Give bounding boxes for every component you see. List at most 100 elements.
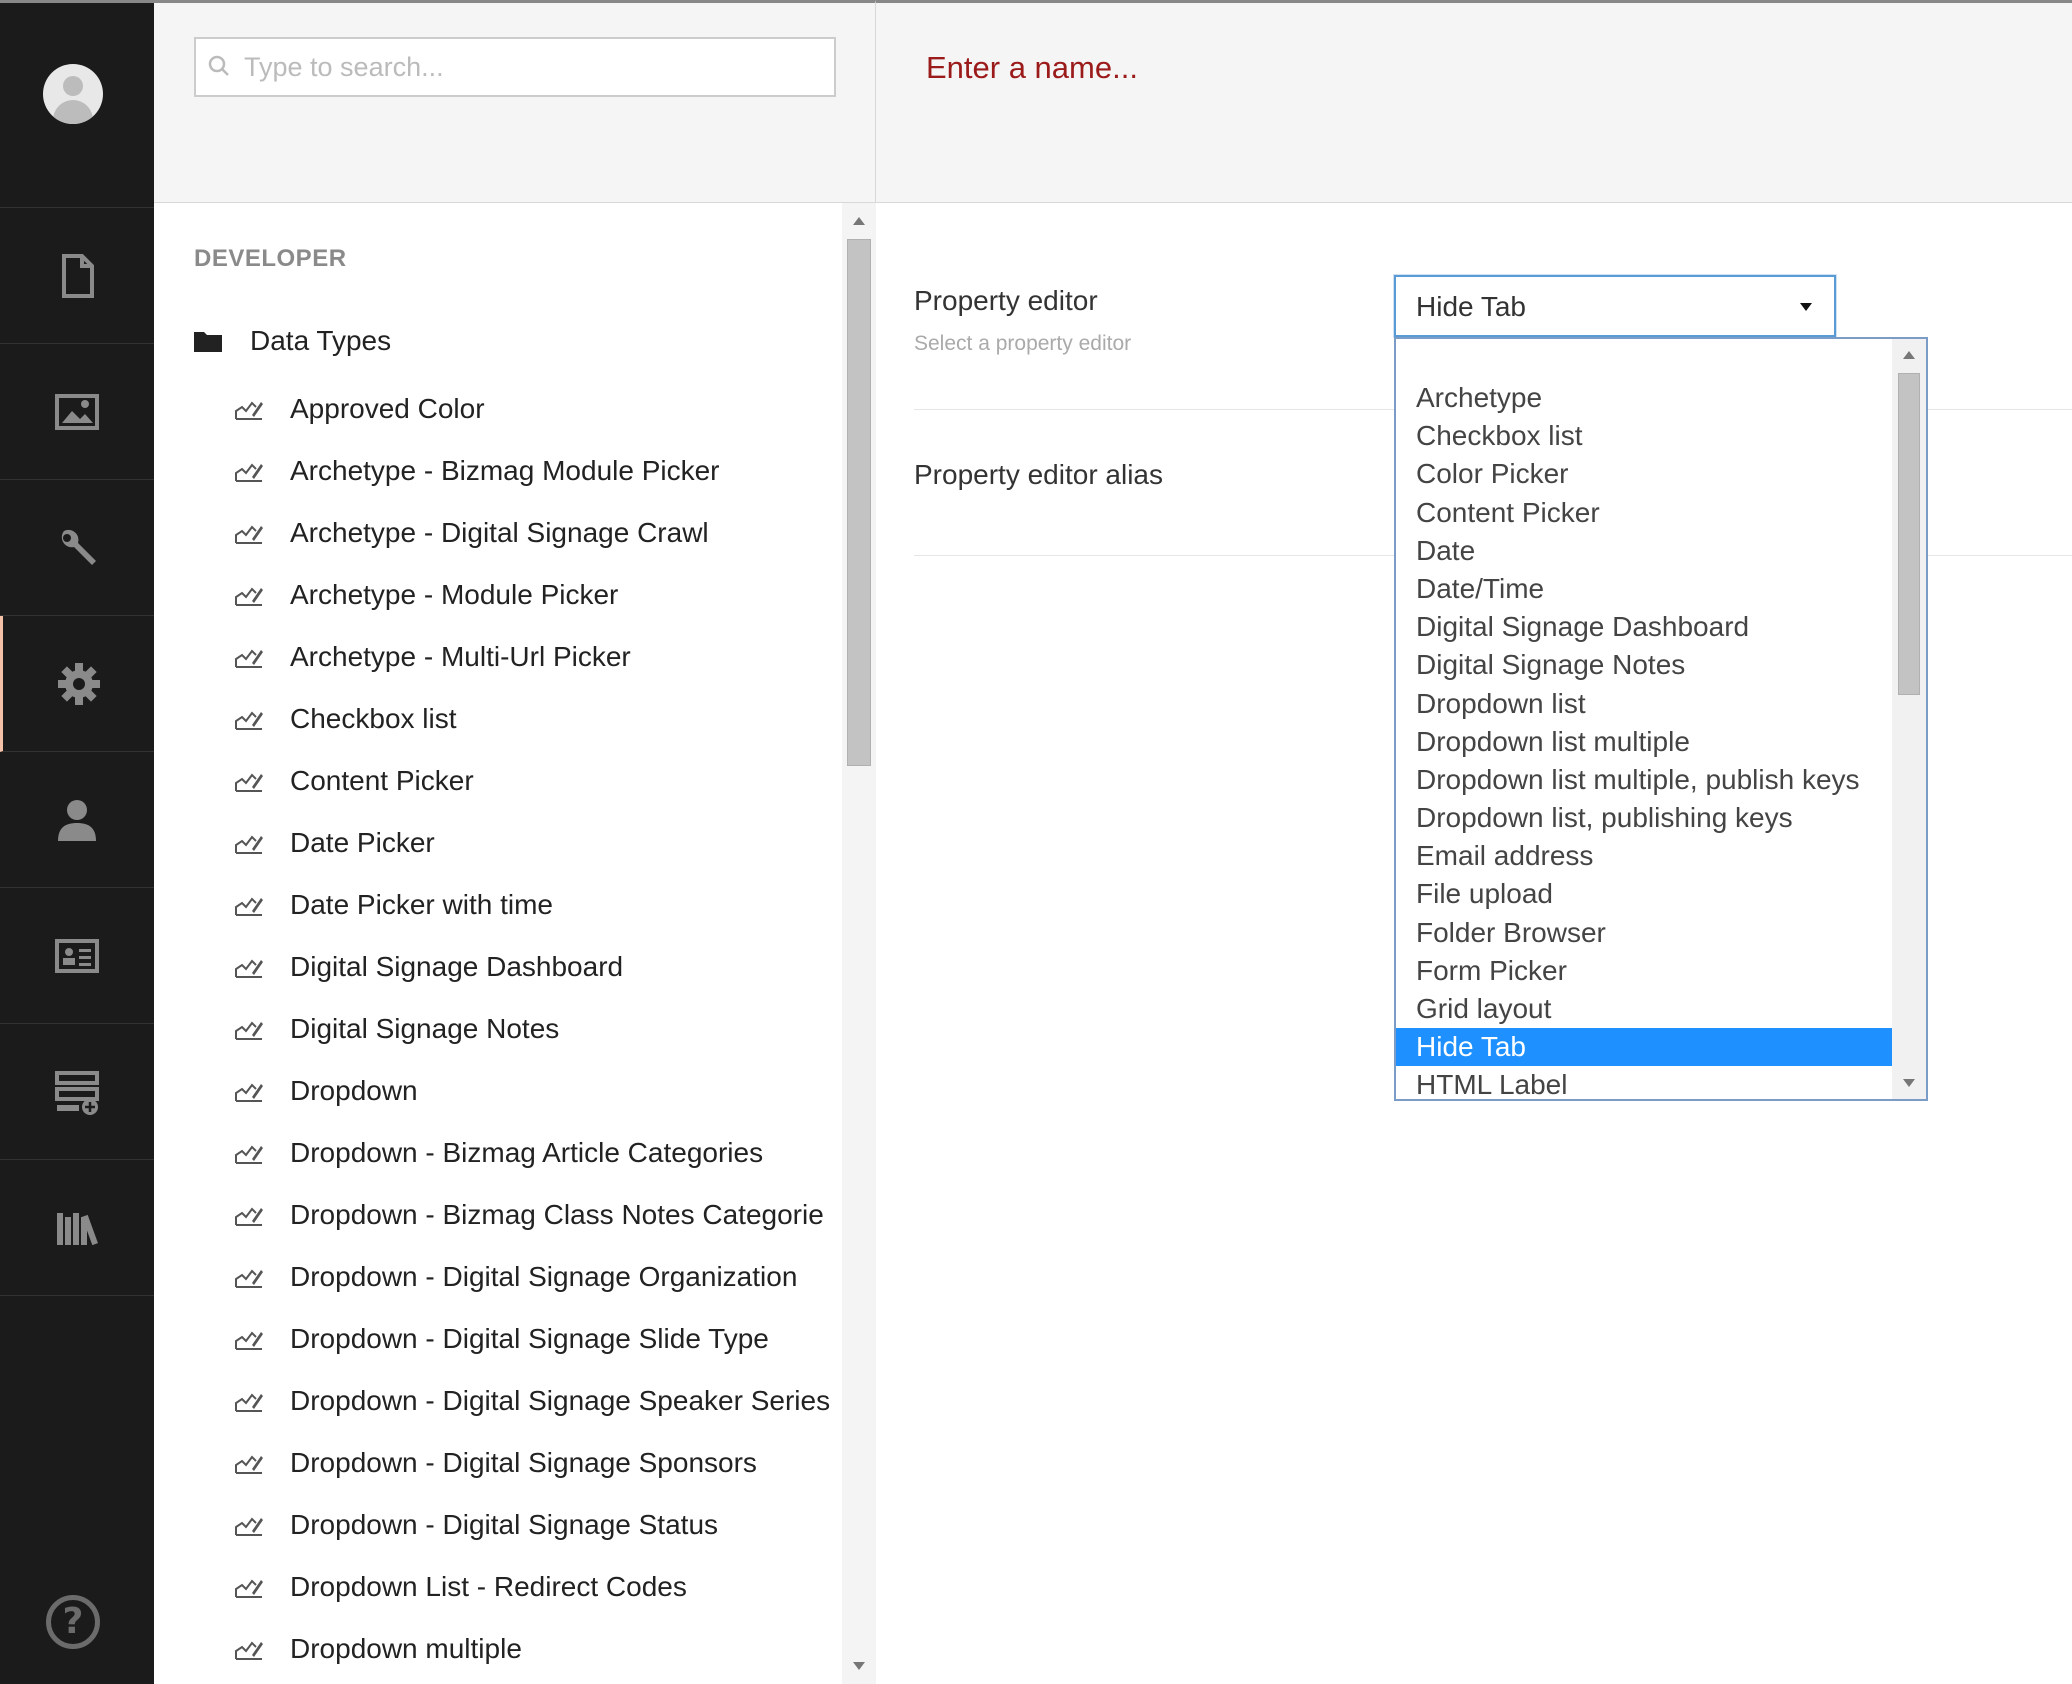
nav-members[interactable] <box>0 888 154 1024</box>
tree-item[interactable]: Archetype - Digital Signage Crawl <box>234 502 830 564</box>
user-avatar[interactable] <box>43 64 103 124</box>
tree-item-label: Digital Signage Dashboard <box>290 951 624 982</box>
dropdown-option[interactable]: Date/Time <box>1396 570 1892 608</box>
dropdown-option[interactable]: Digital Signage Dashboard <box>1396 608 1892 646</box>
dropdown-option[interactable]: Archetype <box>1396 379 1892 417</box>
dropdown-option[interactable]: Color Picker <box>1396 455 1892 493</box>
developer-tree: DEVELOPER Data Types Approved Color Arche… <box>154 203 876 1684</box>
folder-icon <box>194 332 222 352</box>
scroll-down-arrow-icon[interactable] <box>853 1662 865 1670</box>
tree-item[interactable]: Digital Signage Dashboard <box>234 936 830 998</box>
dropdown-option[interactable]: Dropdown list <box>1396 685 1892 723</box>
data-type-icon <box>235 525 263 544</box>
tree-item[interactable]: Content Picker <box>234 750 830 812</box>
dropdown-option[interactable]: Checkbox list <box>1396 417 1892 455</box>
dropdown-option[interactable]: Folder Browser <box>1396 914 1892 952</box>
data-type-icon <box>235 1145 263 1164</box>
tree-item[interactable]: Dropdown multiple <box>234 1618 830 1680</box>
nav-developer[interactable] <box>0 616 154 752</box>
nav-forms[interactable] <box>0 1024 154 1160</box>
search-box[interactable] <box>194 37 836 97</box>
tree-root-data-types[interactable]: Data Types <box>194 321 391 361</box>
tree-item[interactable]: Dropdown - Digital Signage Speaker Serie… <box>234 1370 830 1432</box>
name-input[interactable] <box>926 43 1826 93</box>
tree-scrollbar[interactable] <box>842 203 876 1684</box>
scroll-thumb[interactable] <box>1898 373 1920 695</box>
data-type-icon <box>235 835 263 854</box>
tree-item[interactable]: Digital Signage Notes <box>234 998 830 1060</box>
app-navigation: ? <box>0 0 154 1684</box>
dropdown-option[interactable]: Grid layout <box>1396 990 1892 1028</box>
tree-item[interactable]: Dropdown List - Redirect Codes <box>234 1556 830 1618</box>
tree-item-label: Dropdown List - Redirect Codes <box>290 1571 687 1602</box>
dropdown-option[interactable]: HTML Label <box>1396 1066 1892 1099</box>
scroll-up-arrow-icon[interactable] <box>1903 351 1915 359</box>
tree-item[interactable]: Checkbox list <box>234 688 830 750</box>
scroll-thumb[interactable] <box>847 239 871 766</box>
data-type-icon <box>235 1579 263 1598</box>
search-icon <box>208 55 229 76</box>
nav-settings[interactable] <box>0 480 154 616</box>
dropdown-option[interactable]: Dropdown list multiple <box>1396 723 1892 761</box>
nav-media[interactable] <box>0 344 154 480</box>
nav-users[interactable] <box>0 752 154 888</box>
forms-icon <box>55 1070 99 1115</box>
tree-item-label: Dropdown - Digital Signage Organization <box>290 1261 798 1292</box>
tree-item-label: Digital Signage Notes <box>290 1013 560 1044</box>
data-type-icon <box>235 1393 263 1412</box>
member-card-icon <box>55 938 99 973</box>
tree-item[interactable]: Archetype - Multi-Url Picker <box>234 626 830 688</box>
tree-item-label: Archetype - Module Picker <box>290 579 619 610</box>
dropdown-option[interactable]: Form Picker <box>1396 952 1892 990</box>
tree-item[interactable]: Date Picker <box>234 812 830 874</box>
tree-item[interactable]: Dropdown - Digital Signage Status <box>234 1494 830 1556</box>
data-type-icon <box>235 959 263 978</box>
tree-item[interactable]: Archetype - Module Picker <box>234 564 830 626</box>
nav-content[interactable] <box>0 208 154 344</box>
dropdown-option[interactable]: Date <box>1396 532 1892 570</box>
help-icon[interactable]: ? <box>46 1595 100 1649</box>
chevron-down-icon <box>1800 303 1812 311</box>
editor-panel: Property editor Select a property editor… <box>876 203 2072 1684</box>
property-editor-select[interactable]: Hide Tab <box>1394 275 1836 337</box>
scroll-down-arrow-icon[interactable] <box>1903 1079 1915 1087</box>
data-type-icon <box>235 463 263 482</box>
user-icon <box>58 799 96 841</box>
dropdown-option[interactable]: Content Picker <box>1396 494 1892 532</box>
tree-item-label: Archetype - Multi-Url Picker <box>290 641 631 672</box>
data-type-icon <box>235 1021 263 1040</box>
tree-section-title: DEVELOPER <box>194 245 347 272</box>
tree-item[interactable]: Dropdown <box>234 1060 830 1122</box>
dropdown-option[interactable]: Dropdown list, publishing keys <box>1396 799 1892 837</box>
dropdown-option[interactable]: File upload <box>1396 875 1892 913</box>
data-type-icon <box>235 1083 263 1102</box>
search-input[interactable] <box>244 47 824 87</box>
tree-item-label: Content Picker <box>290 765 474 796</box>
tree-item-label: Date Picker with time <box>290 889 553 920</box>
document-icon <box>62 253 94 298</box>
tree-item[interactable]: Dropdown - Bizmag Class Notes Categorie <box>234 1184 830 1246</box>
nav-translation[interactable] <box>0 1160 154 1296</box>
data-type-icon <box>235 711 263 730</box>
dropdown-option[interactable]: Hide Tab <box>1396 1028 1892 1067</box>
scroll-up-arrow-icon[interactable] <box>853 217 865 225</box>
dropdown-option[interactable]: Dropdown list multiple, publish keys <box>1396 761 1892 799</box>
tree-item[interactable]: Dropdown - Bizmag Article Categories <box>234 1122 830 1184</box>
tree-item-label: Dropdown - Bizmag Class Notes Categorie <box>290 1199 824 1230</box>
dropdown-option[interactable]: Digital Signage Notes <box>1396 646 1892 684</box>
tree-item[interactable]: Approved Color <box>234 378 830 440</box>
tree-item[interactable]: Dropdown - Digital Signage Organization <box>234 1246 830 1308</box>
dropdown-scrollbar[interactable] <box>1892 339 1926 1099</box>
tree-item[interactable]: Archetype - Bizmag Module Picker <box>234 440 830 502</box>
tree-item[interactable]: Dropdown - Digital Signage Sponsors <box>234 1432 830 1494</box>
data-type-icon <box>235 1517 263 1536</box>
tree-item[interactable]: Date Picker with time <box>234 874 830 936</box>
tree-item[interactable]: Dropdown - Digital Signage Slide Type <box>234 1308 830 1370</box>
data-type-icon <box>235 401 263 420</box>
tree-item-label: Dropdown - Digital Signage Slide Type <box>290 1323 769 1354</box>
dropdown-option[interactable]: Email address <box>1396 837 1892 875</box>
data-type-icon <box>235 1641 263 1660</box>
data-type-icon <box>235 1269 263 1288</box>
data-type-icon <box>235 897 263 916</box>
property-editor-dropdown: Archetype Checkbox list Color Picker Conten… <box>1394 337 1928 1101</box>
